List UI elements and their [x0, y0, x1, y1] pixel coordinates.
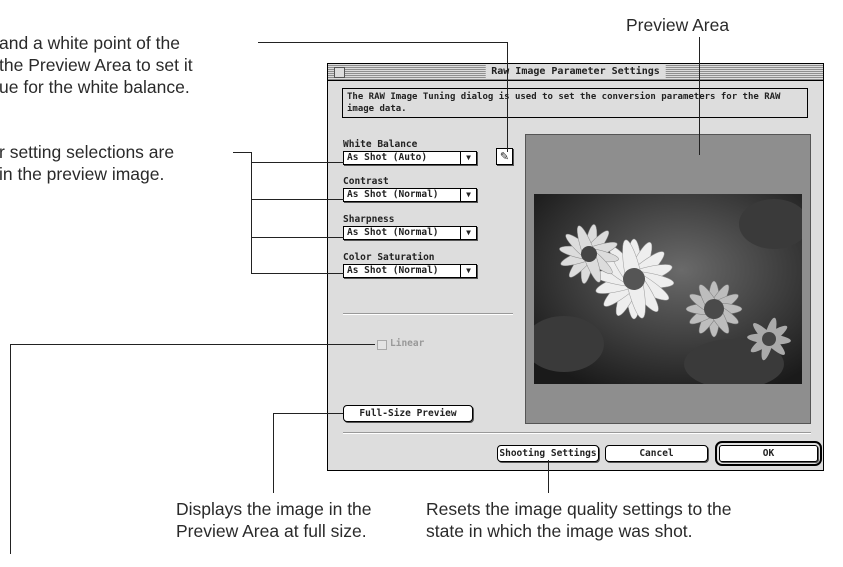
chevron-down-icon[interactable]: ▼: [460, 226, 477, 240]
sharpness-value: As Shot (Normal): [347, 227, 439, 238]
leader-line: [251, 162, 344, 163]
sharpness-select[interactable]: As Shot (Normal) ▼: [343, 226, 477, 240]
leader-line: [233, 152, 251, 153]
callout-line: Preview Area at full size.: [176, 521, 367, 541]
leader-line: [251, 273, 344, 274]
leader-line: [251, 152, 252, 273]
callout-line: Resets the image quality settings to the: [426, 499, 732, 519]
callout-preview-area-text: Preview Area: [626, 15, 730, 35]
leader-line: [10, 344, 11, 554]
title-bar[interactable]: Raw Image Parameter Settings: [328, 64, 823, 81]
callout-line: Displays the image in the: [176, 499, 372, 519]
preview-area: [525, 134, 811, 424]
color-saturation-select[interactable]: As Shot (Normal) ▼: [343, 264, 477, 278]
leader-line: [251, 237, 344, 238]
contrast-label: Contrast: [343, 176, 389, 187]
callout-full-size-text: Displays the image in the Preview Area a…: [176, 498, 372, 542]
contrast-value: As Shot (Normal): [347, 189, 439, 200]
contrast-select[interactable]: As Shot (Normal) ▼: [343, 188, 477, 202]
divider: [343, 313, 513, 315]
close-box-icon[interactable]: [334, 67, 345, 78]
linear-checkbox[interactable]: [377, 340, 387, 350]
chevron-down-icon[interactable]: ▼: [460, 264, 477, 278]
full-size-preview-button[interactable]: Full-Size Preview: [343, 405, 473, 422]
leader-line: [251, 199, 344, 200]
leader-line: [10, 344, 375, 345]
sharpness-label: Sharpness: [343, 214, 395, 225]
linear-label: Linear: [390, 338, 425, 349]
divider: [343, 432, 811, 434]
white-balance-label: White Balance: [343, 139, 418, 150]
description-box: The RAW Image Tuning dialog is used to s…: [342, 88, 808, 118]
leader-line: [699, 37, 700, 155]
ok-button[interactable]: OK: [715, 441, 822, 466]
callout-line: ue for the white balance.: [0, 77, 190, 97]
callout-shooting-text: Resets the image quality settings to the…: [426, 498, 731, 542]
callout-line: in the preview image.: [0, 164, 165, 184]
leader-line: [258, 42, 507, 43]
leader-line: [507, 42, 508, 152]
raw-settings-dialog: Raw Image Parameter Settings The RAW Ima…: [327, 63, 824, 471]
callout-eyedropper-text: and a white point of the the Preview Are…: [0, 32, 193, 98]
callout-line: and a white point of the: [0, 33, 180, 53]
chevron-down-icon[interactable]: ▼: [460, 151, 477, 165]
leader-line: [548, 460, 549, 493]
dialog-title: Raw Image Parameter Settings: [485, 65, 666, 79]
color-saturation-label: Color Saturation: [343, 252, 435, 263]
callout-line: the Preview Area to set it: [0, 55, 193, 75]
chevron-down-icon[interactable]: ▼: [460, 188, 477, 202]
leader-line: [273, 413, 343, 414]
preview-image: [534, 194, 802, 384]
callout-line: r setting selections are: [0, 142, 175, 162]
callout-selections-text: r setting selections are in the preview …: [0, 141, 174, 185]
callout-line: state in which the image was shot.: [426, 521, 693, 541]
leader-line: [273, 413, 274, 493]
white-balance-value: As Shot (Auto): [347, 152, 428, 163]
white-balance-select[interactable]: As Shot (Auto) ▼: [343, 151, 477, 165]
cancel-button[interactable]: Cancel: [605, 445, 708, 462]
eyedropper-button[interactable]: ✎: [496, 148, 513, 165]
color-saturation-value: As Shot (Normal): [347, 265, 439, 276]
